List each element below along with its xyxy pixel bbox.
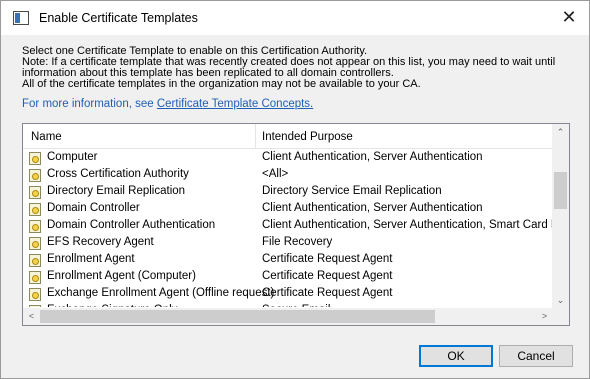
template-intended-purpose: Certificate Request Agent xyxy=(262,287,393,299)
scrollbar-corner xyxy=(552,308,569,325)
template-name: Enrollment Agent xyxy=(47,253,135,265)
template-intended-purpose: Secure Email xyxy=(262,304,330,307)
scroll-right-icon[interactable]: > xyxy=(536,308,553,325)
list-header: Name Intended Purpose xyxy=(23,124,553,149)
template-name: Domain Controller Authentication xyxy=(47,219,216,231)
cancel-button[interactable]: Cancel xyxy=(499,345,573,367)
scroll-down-icon[interactable]: ⌄ xyxy=(552,292,569,309)
list-item[interactable]: Computer Client Authentication, Server Au… xyxy=(23,150,553,167)
dialog-window: Enable Certificate Templates ✕ Select on… xyxy=(0,0,590,379)
template-list[interactable]: Name Intended Purpose Computer Client Aut… xyxy=(22,123,570,326)
certificate-template-icon xyxy=(29,220,41,233)
scroll-left-icon[interactable]: < xyxy=(23,308,40,325)
column-header-intended-purpose[interactable]: Intended Purpose xyxy=(262,131,353,143)
list-item[interactable]: Enrollment Agent (Computer) Certificate R… xyxy=(23,269,553,286)
certificate-template-icon xyxy=(29,305,41,307)
close-button[interactable]: ✕ xyxy=(555,5,583,31)
certificate-template-icon xyxy=(29,237,41,250)
window-icon xyxy=(13,11,29,25)
certificate-template-icon xyxy=(29,186,41,199)
template-intended-purpose: Certificate Request Agent xyxy=(262,253,393,265)
certificate-template-icon xyxy=(29,152,41,165)
list-item[interactable]: Directory Email Replication Directory Ser… xyxy=(23,184,553,201)
template-name: Enrollment Agent (Computer) xyxy=(47,270,196,282)
window-title: Enable Certificate Templates xyxy=(39,11,198,25)
template-intended-purpose: Certificate Request Agent xyxy=(262,270,393,282)
template-name: Computer xyxy=(47,151,98,163)
template-intended-purpose: Directory Service Email Replication xyxy=(262,185,442,197)
list-item[interactable]: Domain Controller Client Authentication, … xyxy=(23,201,553,218)
certificate-template-icon xyxy=(29,288,41,301)
list-item[interactable]: Enrollment Agent Certificate Request Agen… xyxy=(23,252,553,269)
ok-button[interactable]: OK xyxy=(419,345,493,367)
more-info-prefix: For more information, see xyxy=(22,98,157,110)
template-name: Exchange Enrollment Agent (Offline reque… xyxy=(47,287,275,299)
template-name: Directory Email Replication xyxy=(47,185,186,197)
template-name: Cross Certification Authority xyxy=(47,168,189,180)
column-header-name[interactable]: Name xyxy=(31,131,62,143)
list-item[interactable]: Cross Certification Authority <All> xyxy=(23,167,553,184)
template-name: EFS Recovery Agent xyxy=(47,236,154,248)
template-intended-purpose: File Recovery xyxy=(262,236,333,248)
template-intended-purpose: Client Authentication, Server Authentica… xyxy=(262,219,553,231)
template-intended-purpose: Client Authentication, Server Authentica… xyxy=(262,202,483,214)
list-item[interactable]: Exchange Enrollment Agent (Offline reque… xyxy=(23,286,553,303)
title-bar: Enable Certificate Templates ✕ xyxy=(1,1,589,35)
certificate-template-icon xyxy=(29,169,41,182)
list-item[interactable]: Domain Controller Authentication Client A… xyxy=(23,218,553,235)
vertical-scrollbar[interactable]: ⌃ ⌄ xyxy=(552,124,569,309)
template-intended-purpose: <All> xyxy=(262,168,289,180)
template-name: Domain Controller xyxy=(47,202,140,214)
list-rows: Computer Client Authentication, Server Au… xyxy=(23,150,553,307)
vertical-scroll-thumb[interactable] xyxy=(554,172,567,209)
certificate-template-icon xyxy=(29,254,41,267)
description: Select one Certificate Template to enabl… xyxy=(22,46,582,90)
certificate-template-icon xyxy=(29,271,41,284)
scroll-up-icon[interactable]: ⌃ xyxy=(552,124,569,141)
column-separator[interactable] xyxy=(255,124,256,149)
more-info: For more information, see Certificate Te… xyxy=(22,98,313,110)
template-name: Exchange Signature Only xyxy=(47,304,177,307)
certificate-template-concepts-link[interactable]: Certificate Template Concepts. xyxy=(157,98,313,110)
list-item[interactable]: Exchange Signature Only Secure Email xyxy=(23,303,553,307)
certificate-template-icon xyxy=(29,203,41,216)
horizontal-scroll-thumb[interactable] xyxy=(40,310,435,323)
horizontal-scrollbar[interactable]: < > xyxy=(23,308,553,325)
template-intended-purpose: Client Authentication, Server Authentica… xyxy=(262,151,483,163)
description-line: All of the certificate templates in the … xyxy=(22,78,421,90)
list-item[interactable]: EFS Recovery Agent File Recovery xyxy=(23,235,553,252)
